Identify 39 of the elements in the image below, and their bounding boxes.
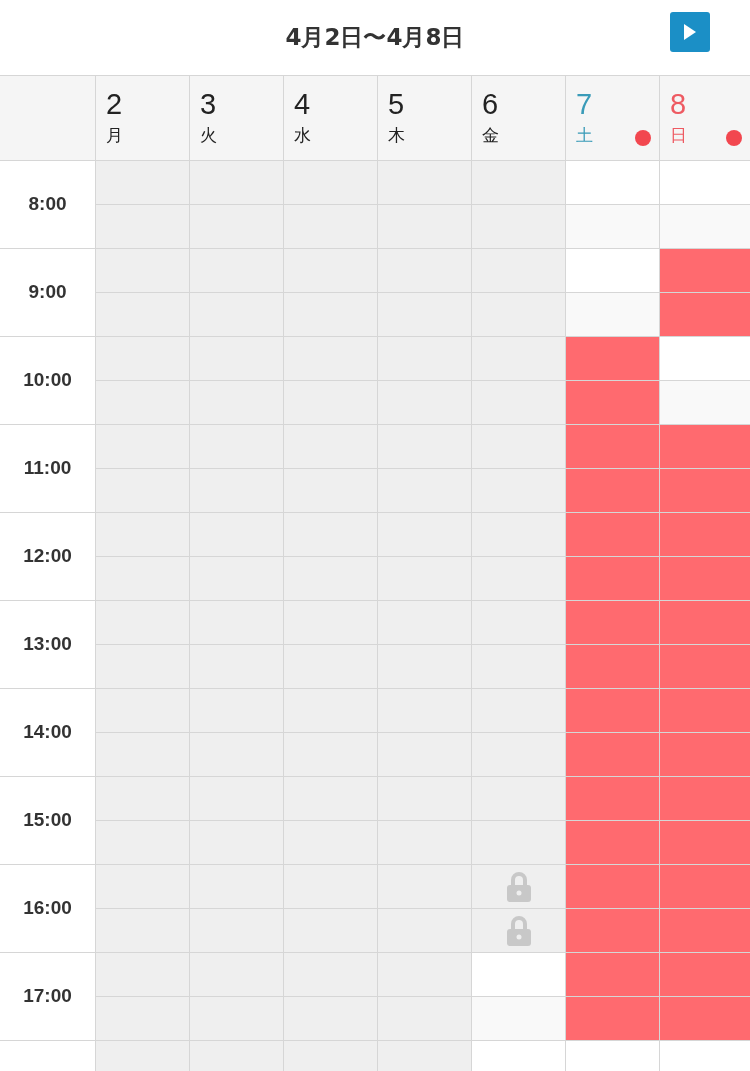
next-week-button[interactable] — [670, 12, 710, 52]
weekday-label: 金 — [482, 124, 499, 146]
time-label: 16:00 — [23, 896, 72, 921]
weekday-label: 火 — [200, 124, 217, 146]
time-label: 14:00 — [23, 720, 72, 745]
open-slot[interactable] — [565, 205, 659, 249]
time-label: 11:00 — [23, 456, 72, 481]
day-number: 5 — [388, 87, 405, 122]
day-number: 7 — [576, 87, 593, 122]
time-label: 17:00 — [23, 984, 72, 1009]
weekday-label: 土 — [576, 124, 593, 146]
week-title: 4月2日〜4月8日 — [285, 23, 465, 53]
open-slot[interactable] — [659, 205, 750, 249]
weekday-label: 日 — [670, 124, 687, 146]
open-slot[interactable] — [659, 381, 750, 425]
day-number: 4 — [294, 87, 311, 122]
time-label: 10:00 — [23, 368, 72, 393]
time-label: 15:00 — [23, 808, 72, 833]
open-slot[interactable] — [565, 249, 659, 293]
lock-icon — [504, 870, 533, 903]
open-slot[interactable] — [659, 161, 750, 205]
open-slot[interactable] — [471, 997, 565, 1041]
day-number: 8 — [670, 87, 687, 122]
time-label: 12:00 — [23, 544, 72, 569]
time-label: 13:00 — [23, 632, 72, 657]
open-slot[interactable] — [565, 161, 659, 205]
day-number: 3 — [200, 87, 217, 122]
time-label: 8:00 — [28, 192, 67, 217]
weekday-label: 月 — [106, 124, 123, 146]
day-number: 6 — [482, 87, 499, 122]
time-label: 9:00 — [28, 280, 67, 305]
open-slot[interactable] — [471, 953, 565, 997]
weekday-label: 木 — [388, 124, 405, 146]
open-slot[interactable] — [659, 337, 750, 381]
open-slot[interactable] — [565, 293, 659, 337]
day-number: 2 — [106, 87, 123, 122]
weekday-label: 水 — [294, 124, 311, 146]
lock-icon — [504, 914, 533, 947]
play-icon — [683, 23, 697, 41]
